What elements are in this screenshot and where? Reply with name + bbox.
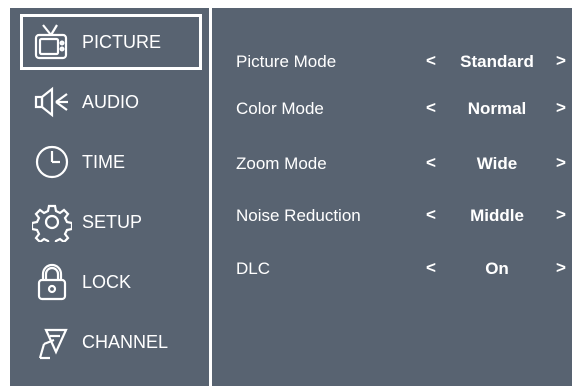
left-arrow-icon[interactable]: < [424, 205, 438, 225]
right-arrow-icon[interactable]: > [554, 153, 568, 173]
satellite-dish-icon [30, 320, 74, 364]
sidebar-item-label: CHANNEL [82, 331, 169, 352]
setting-value: On [485, 259, 509, 278]
setting-label: Color Mode [236, 99, 324, 118]
setting-value: Normal [467, 99, 527, 118]
setting-label: DLC [236, 259, 271, 278]
left-arrow-icon[interactable]: < [424, 153, 438, 173]
right-arrow-icon[interactable]: > [554, 205, 568, 225]
sidebar-item-channel[interactable]: CHANNEL [20, 314, 202, 370]
menu-sidebar: PICTURE AUDIO TIME SETUP LOCK CHANNEL [10, 8, 206, 386]
setting-row-picture-mode[interactable]: Picture Mode < Standard > [236, 46, 566, 76]
sidebar-item-time[interactable]: TIME [20, 134, 202, 190]
setting-value: Wide [476, 154, 518, 173]
sidebar-item-picture[interactable]: PICTURE [20, 14, 202, 70]
tv-osd-menu: PICTURE AUDIO TIME SETUP LOCK CHANNEL Pi… [10, 8, 572, 386]
sidebar-item-label: LOCK [82, 271, 132, 292]
setting-row-zoom-mode[interactable]: Zoom Mode < Wide > [236, 148, 566, 178]
setting-row-dlc[interactable]: DLC < On > [236, 253, 566, 283]
speaker-icon [30, 80, 74, 124]
lock-icon [30, 260, 74, 304]
sidebar-item-lock[interactable]: LOCK [20, 254, 202, 310]
right-arrow-icon[interactable]: > [554, 258, 568, 278]
left-arrow-icon[interactable]: < [424, 258, 438, 278]
setting-row-noise-reduction[interactable]: Noise Reduction < Middle > [236, 200, 566, 230]
setting-value: Middle [470, 206, 524, 225]
sidebar-item-audio[interactable]: AUDIO [20, 74, 202, 130]
sidebar-item-label: PICTURE [82, 31, 162, 52]
sidebar-divider [209, 8, 212, 386]
setting-label: Picture Mode [236, 52, 337, 71]
gear-icon [30, 200, 74, 244]
sidebar-item-setup[interactable]: SETUP [20, 194, 202, 250]
setting-label: Zoom Mode [236, 154, 327, 173]
setting-value: Standard [460, 52, 534, 71]
right-arrow-icon[interactable]: > [554, 98, 568, 118]
left-arrow-icon[interactable]: < [424, 98, 438, 118]
tv-icon [30, 20, 74, 64]
left-arrow-icon[interactable]: < [424, 51, 438, 71]
clock-icon [30, 140, 74, 184]
setting-label: Noise Reduction [236, 206, 361, 225]
sidebar-item-label: AUDIO [82, 91, 140, 112]
setting-row-color-mode[interactable]: Color Mode < Normal > [236, 93, 566, 123]
sidebar-item-label: SETUP [82, 211, 143, 232]
sidebar-item-label: TIME [82, 151, 125, 172]
right-arrow-icon[interactable]: > [554, 51, 568, 71]
